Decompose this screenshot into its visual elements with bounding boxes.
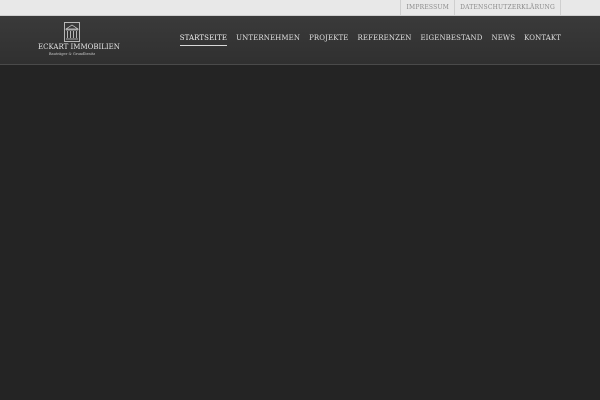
nav-item-projekte[interactable]: PROJEKTE — [309, 34, 348, 46]
logo-name: ECKART IMMOBILIEN — [38, 43, 120, 51]
site-header: ECKART IMMOBILIEN Bauträger & Grundbesit… — [0, 16, 600, 65]
nav-item-startseite[interactable]: STARTSEITE — [179, 34, 228, 46]
building-columns-icon — [64, 22, 80, 42]
impressum-link[interactable]: IMPRESSUM — [400, 0, 454, 15]
top-utility-bar: IMPRESSUM DATENSCHUTZERKLÄRUNG — [0, 0, 600, 16]
utility-links: IMPRESSUM DATENSCHUTZERKLÄRUNG — [400, 0, 561, 15]
nav-item-news[interactable]: NEWS — [492, 34, 516, 46]
site-logo[interactable]: ECKART IMMOBILIEN Bauträger & Grundbesit… — [38, 21, 120, 61]
datenschutz-link[interactable]: DATENSCHUTZERKLÄRUNG — [454, 0, 561, 15]
nav-item-unternehmen[interactable]: UNTERNEHMEN — [236, 34, 300, 46]
logo-tagline: Bauträger & Grundbesitz — [48, 52, 96, 56]
nav-item-referenzen[interactable]: REFERENZEN — [358, 34, 412, 46]
main-navigation: STARTSEITE UNTERNEHMEN PROJEKTE REFERENZ… — [171, 34, 561, 46]
nav-item-eigenbestand[interactable]: EIGENBESTAND — [420, 34, 482, 46]
nav-item-kontakt[interactable]: KONTAKT — [524, 34, 561, 46]
main-content-area — [0, 65, 600, 400]
